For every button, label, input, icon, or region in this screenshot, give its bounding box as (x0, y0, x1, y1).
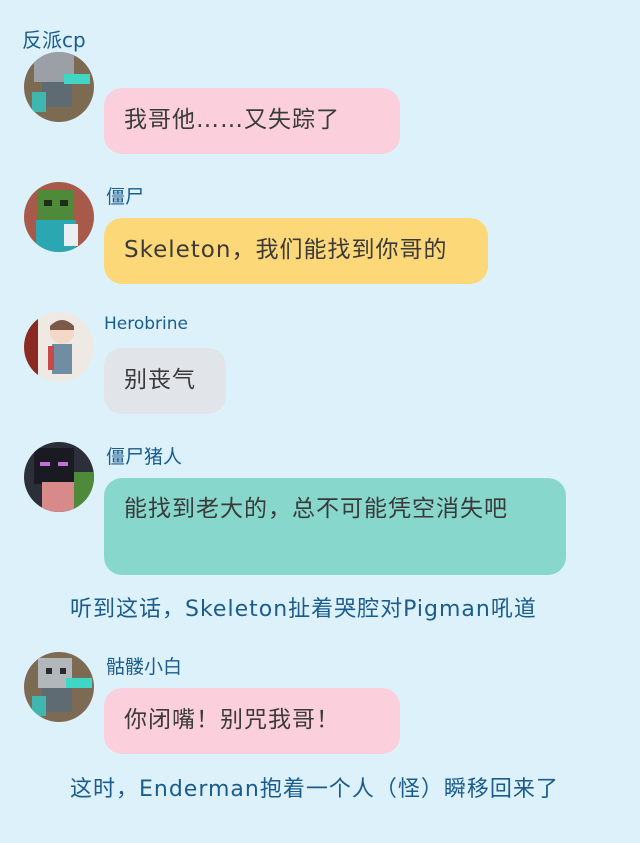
chat-title: 反派cp (22, 28, 86, 52)
narration-text: 听到这话，Skeleton扯着哭腔对Pigman吼道 (70, 597, 537, 622)
zombie-avatar[interactable] (24, 182, 94, 252)
sender-name: 僵尸猪人 (106, 446, 183, 468)
skeleton-avatar[interactable] (24, 52, 94, 122)
message-bubble: 我哥他……又失踪了 (104, 88, 400, 154)
herobrine-avatar[interactable] (24, 312, 94, 382)
message-bubble: 别丧气 (104, 348, 226, 414)
message-bubble: 能找到老大的，总不可能凭空消失吧 (104, 478, 566, 575)
narration-text: 这时，Enderman抱着一个人（怪）瞬移回来了 (70, 777, 559, 802)
sender-name: 僵尸 (106, 186, 145, 208)
sender-name: 骷髅小白 (106, 656, 183, 678)
sender-name: Herobrine (104, 314, 188, 334)
message-bubble: Skeleton，我们能找到你哥的 (104, 218, 488, 284)
message-bubble: 你闭嘴！别咒我哥！ (104, 688, 400, 754)
skeleton-avatar[interactable] (24, 652, 94, 722)
zombie-pigman-avatar[interactable] (24, 442, 94, 512)
